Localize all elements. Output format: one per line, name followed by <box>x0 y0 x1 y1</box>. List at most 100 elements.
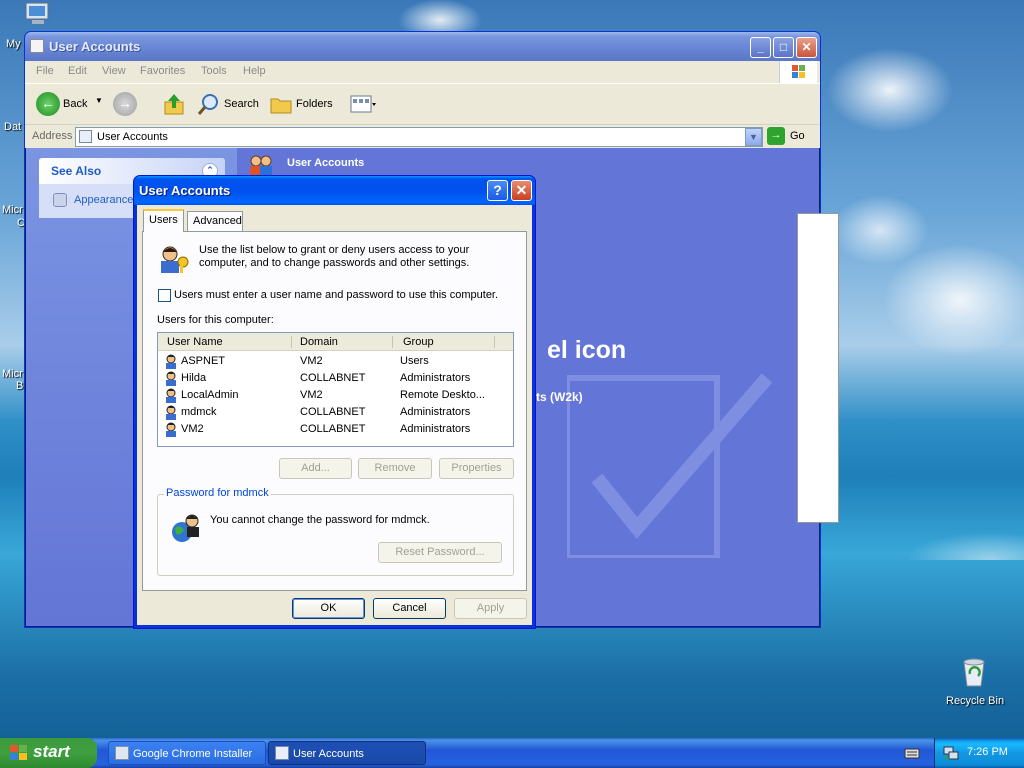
user-group: Users <box>400 355 429 367</box>
background-text-small: ts (W2k) <box>536 390 583 404</box>
user-row[interactable]: ASPNET VM2 Users <box>158 353 513 370</box>
back-button-label[interactable]: Back <box>63 98 87 110</box>
password-message: You cannot change the password for mdmck… <box>210 514 430 526</box>
see-also-appearance-link[interactable]: Appearance <box>74 194 133 206</box>
user-accounts-icon <box>30 39 44 53</box>
user-icon <box>166 354 176 369</box>
column-separator[interactable] <box>392 336 393 348</box>
recycle-bin-label[interactable]: Recycle Bin <box>946 695 1004 707</box>
taskbar-item-chrome-installer[interactable]: Google Chrome Installer <box>108 741 266 765</box>
start-button[interactable]: start <box>0 738 97 768</box>
user-group: Administrators <box>400 372 471 384</box>
user-name: mdmck <box>181 406 217 418</box>
forward-arrow-icon[interactable]: → <box>113 92 137 116</box>
back-dropdown-icon[interactable]: ▼ <box>95 96 103 105</box>
start-label: start <box>33 742 70 761</box>
maximize-button[interactable]: □ <box>773 37 794 58</box>
windows-flag-icon <box>10 745 27 760</box>
desktop-label-micr-1[interactable]: Micr <box>2 204 23 216</box>
reset-password-button[interactable]: Reset Password... <box>378 542 502 563</box>
dialog-titlebar[interactable]: User Accounts ? ✕ <box>134 176 535 205</box>
close-button[interactable]: ✕ <box>796 37 817 58</box>
address-folder-icon <box>79 130 92 143</box>
my-computer-icon[interactable] <box>22 2 54 26</box>
address-dropdown-icon[interactable]: ▼ <box>745 128 762 146</box>
help-button[interactable]: ? <box>487 180 508 201</box>
user-icon <box>166 422 176 437</box>
explorer-titlebar[interactable]: User Accounts _ □ ✕ <box>25 32 820 61</box>
user-group: Administrators <box>400 423 471 435</box>
desktop-label-micr-2[interactable]: Micr <box>2 368 23 380</box>
user-accounts-dialog: User Accounts ? ✕ Users Advanced Use the… <box>133 175 536 629</box>
user-domain: COLLABNET <box>300 423 366 435</box>
desktop-label-dat[interactable]: Dat <box>4 121 21 133</box>
users-list-label: Users for this computer: <box>157 314 274 326</box>
tab-advanced[interactable]: Advanced <box>187 211 243 231</box>
user-row[interactable]: LocalAdmin VM2 Remote Deskto... <box>158 387 513 404</box>
folders-icon[interactable] <box>270 93 292 115</box>
user-group: Administrators <box>400 406 471 418</box>
installer-icon <box>115 746 129 760</box>
views-icon[interactable] <box>350 95 376 113</box>
toolbar: ← Back ▼ → Search Folders <box>25 83 820 124</box>
user-domain: COLLABNET <box>300 406 366 418</box>
address-value: User Accounts <box>97 131 168 143</box>
folders-button-label[interactable]: Folders <box>296 98 333 110</box>
ok-button[interactable]: OK <box>292 598 365 619</box>
clock[interactable]: 7:26 PM <box>967 746 1008 758</box>
column-separator[interactable] <box>494 336 495 348</box>
keyboard-icon[interactable] <box>904 746 920 760</box>
address-label: Address <box>32 130 73 142</box>
background-text-large: el icon <box>547 336 627 364</box>
up-folder-icon[interactable] <box>163 92 185 116</box>
password-groupbox: Password for mdmck You cannot change the… <box>157 487 514 576</box>
user-row[interactable]: VM2 COLLABNET Administrators <box>158 421 513 438</box>
appearance-icon <box>53 193 67 207</box>
user-row[interactable]: mdmck COLLABNET Administrators <box>158 404 513 421</box>
user-icon <box>166 405 176 420</box>
menu-view[interactable]: View <box>102 65 126 77</box>
user-row[interactable]: Hilda COLLABNET Administrators <box>158 370 513 387</box>
apply-button[interactable]: Apply <box>454 598 527 619</box>
desktop-label-b[interactable]: B <box>16 380 23 392</box>
dialog-close-button[interactable]: ✕ <box>511 180 532 201</box>
users-list-header: User Name Domain Group <box>158 333 513 351</box>
tab-users[interactable]: Users <box>143 209 184 232</box>
address-input[interactable]: User Accounts ▼ <box>75 127 763 147</box>
address-bar: Address User Accounts ▼ → Go <box>25 124 820 148</box>
cancel-button[interactable]: Cancel <box>373 598 446 619</box>
minimize-button[interactable]: _ <box>750 37 771 58</box>
users-tab-panel: Use the list below to grant or deny user… <box>142 231 527 591</box>
column-domain[interactable]: Domain <box>300 336 338 348</box>
column-user-name[interactable]: User Name <box>167 336 223 348</box>
see-also-title: See Also <box>51 164 102 178</box>
user-icon <box>166 388 176 403</box>
menu-help[interactable]: Help <box>243 65 266 77</box>
desktop-label-my[interactable]: My <box>6 38 21 50</box>
user-group: Remote Deskto... <box>400 389 485 401</box>
column-group[interactable]: Group <box>403 336 434 348</box>
user-domain: VM2 <box>300 389 323 401</box>
require-login-checkbox[interactable] <box>158 289 171 302</box>
search-button-label[interactable]: Search <box>224 98 259 110</box>
column-separator[interactable] <box>291 336 292 348</box>
network-icon[interactable] <box>943 745 959 761</box>
taskbar-item-user-accounts[interactable]: User Accounts <box>268 741 426 765</box>
remove-user-button[interactable]: Remove <box>358 458 432 479</box>
back-arrow-icon[interactable]: ← <box>36 92 60 116</box>
checkmark-watermark-icon <box>567 373 773 558</box>
menu-favorites[interactable]: Favorites <box>140 65 185 77</box>
main-pane-header: User Accounts <box>287 157 365 169</box>
menu-edit[interactable]: Edit <box>68 65 87 77</box>
search-icon[interactable] <box>197 92 221 116</box>
menu-tools[interactable]: Tools <box>201 65 227 77</box>
properties-button[interactable]: Properties <box>439 458 514 479</box>
go-arrow-icon[interactable]: → <box>767 127 785 145</box>
go-button-label[interactable]: Go <box>790 130 805 142</box>
users-list[interactable]: User Name Domain Group ASPNET VM2 Users … <box>157 332 514 447</box>
menu-file[interactable]: File <box>36 65 54 77</box>
recycle-bin-icon[interactable] <box>958 656 990 688</box>
require-login-label[interactable]: Users must enter a user name and passwor… <box>174 289 498 301</box>
add-user-button[interactable]: Add... <box>279 458 352 479</box>
user-name: Hilda <box>181 372 207 384</box>
